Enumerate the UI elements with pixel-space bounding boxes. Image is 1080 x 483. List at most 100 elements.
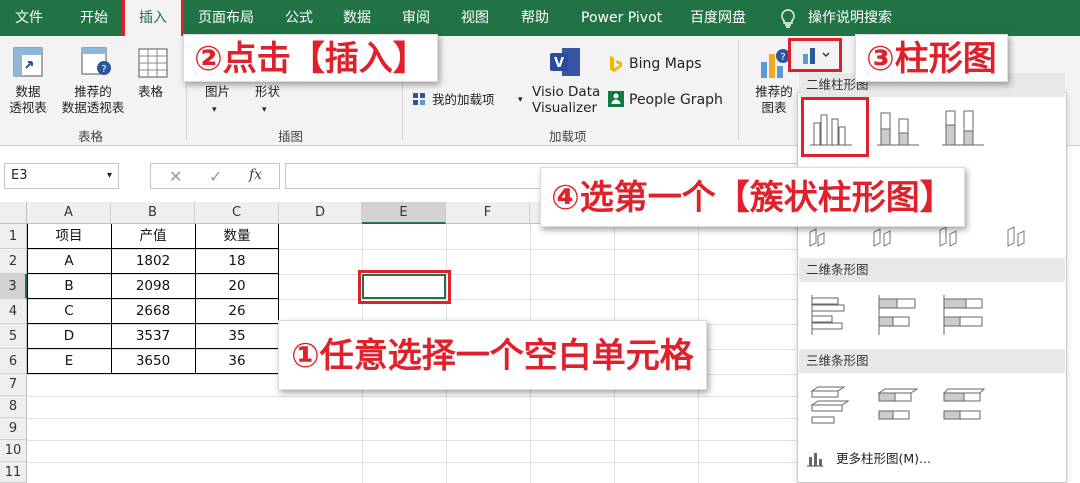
column-header[interactable]: D	[279, 202, 362, 224]
recommended-charts-icon: ?	[761, 49, 790, 78]
my-addins-icon	[413, 93, 425, 105]
confirm-icon[interactable]: ✓	[209, 167, 222, 186]
100-stacked-column-chart-option[interactable]	[940, 105, 986, 149]
column-header[interactable]: A	[27, 202, 111, 224]
row-header[interactable]: 7	[0, 374, 27, 396]
more-charts-icon	[807, 453, 823, 467]
table-cell[interactable]: 1802	[111, 249, 195, 274]
column-header[interactable]: B	[111, 202, 195, 224]
ribbon-separator	[738, 40, 739, 140]
bing-maps-icon	[610, 56, 622, 72]
table-cell[interactable]: E	[27, 349, 111, 374]
table-cell[interactable]: B	[27, 274, 111, 299]
row-header[interactable]: 8	[0, 396, 27, 418]
table-cell[interactable]: 2668	[111, 299, 195, 324]
shapes-button[interactable]: 形状	[255, 84, 280, 100]
svg-text:?: ?	[101, 64, 106, 75]
table-cell[interactable]: 项目	[27, 224, 111, 249]
3d-100-stacked-bar-option[interactable]	[940, 383, 986, 427]
column-header[interactable]: F	[446, 202, 530, 224]
tab-page-layout[interactable]: 页面布局	[198, 0, 254, 36]
table-cell[interactable]: 3537	[111, 324, 195, 349]
svg-text:V: V	[554, 56, 564, 71]
pictures-button[interactable]: 图片	[205, 84, 230, 100]
more-column-charts-link[interactable]: 更多柱形图(M)...	[836, 451, 931, 467]
tab-view[interactable]: 视图	[461, 0, 489, 36]
row-header[interactable]: 9	[0, 418, 27, 440]
3d-column-chart-options[interactable]	[804, 226, 1060, 248]
insert-function-icon[interactable]: fx	[249, 167, 262, 183]
people-graph-button[interactable]: People Graph	[629, 92, 723, 108]
recommended-pivot-icon: ?	[81, 47, 111, 75]
stacked-column-chart-option[interactable]	[875, 105, 921, 149]
row-header[interactable]: 5	[0, 324, 27, 349]
recommended-pivot-button[interactable]: 推荐的 数据透视表	[56, 84, 130, 116]
group-addins-label: 加载项	[549, 129, 587, 144]
row-header[interactable]: 6	[0, 349, 27, 374]
callout-step1: ①任意选择一个空白单元格	[278, 320, 707, 390]
column-header[interactable]: E	[362, 202, 446, 224]
highlight-column-chart	[788, 38, 842, 72]
people-graph-icon	[608, 91, 624, 107]
cancel-icon[interactable]: ✕	[169, 167, 182, 186]
tab-power-pivot[interactable]: Power Pivot	[581, 0, 662, 36]
tell-me-search[interactable]: 操作说明搜索	[808, 0, 892, 36]
highlight-selected-cell	[358, 270, 451, 304]
chevron-down-icon: ▾	[518, 95, 523, 105]
tab-formulas[interactable]: 公式	[285, 0, 313, 36]
visio-icon: V	[550, 48, 580, 76]
name-box-value: E3	[11, 168, 28, 183]
row-header[interactable]: 2	[0, 249, 27, 274]
table-cell[interactable]: A	[27, 249, 111, 274]
tab-file[interactable]: 文件	[15, 0, 43, 36]
tab-help[interactable]: 帮助	[521, 0, 549, 36]
section-2d-bar: 二维条形图	[799, 258, 1065, 282]
name-box[interactable]: E3 ▾	[4, 163, 119, 189]
section-3d-bar: 三维条形图	[799, 349, 1065, 373]
bing-maps-button[interactable]: Bing Maps	[629, 56, 702, 72]
table-cell[interactable]: 26	[195, 299, 279, 324]
row-header[interactable]: 3	[0, 274, 27, 299]
table-cell[interactable]: 3650	[111, 349, 195, 374]
100-stacked-bar-chart-option[interactable]	[940, 293, 986, 337]
pivot-table-icon	[13, 47, 43, 77]
table-cell[interactable]: C	[27, 299, 111, 324]
select-all-corner[interactable]	[0, 202, 27, 224]
highlight-clustered-column	[801, 97, 869, 157]
table-cell[interactable]: 18	[195, 249, 279, 274]
group-tables-label: 表格	[78, 129, 104, 144]
table-button[interactable]: 表格	[138, 84, 163, 100]
my-addins-button[interactable]: 我的加载项	[432, 92, 495, 108]
visio-data-visualizer-button[interactable]: Visio Data Visualizer	[532, 84, 600, 116]
gridline	[27, 418, 800, 419]
table-cell[interactable]: 36	[195, 349, 279, 374]
stacked-bar-chart-option[interactable]	[875, 293, 921, 337]
table-cell[interactable]: 35	[195, 324, 279, 349]
table-cell[interactable]: 2098	[111, 274, 195, 299]
recommended-charts-button[interactable]: 推荐的 图表	[752, 84, 796, 116]
tab-review[interactable]: 审阅	[402, 0, 430, 36]
column-header[interactable]: C	[195, 202, 279, 224]
table-cell[interactable]: D	[27, 324, 111, 349]
row-header[interactable]: 10	[0, 440, 27, 462]
table-cell[interactable]: 数量	[195, 224, 279, 249]
table-cell[interactable]: 产值	[111, 224, 195, 249]
tab-data[interactable]: 数据	[343, 0, 371, 36]
3d-stacked-bar-option[interactable]	[875, 383, 921, 427]
gridline	[27, 440, 800, 441]
row-header[interactable]: 11	[0, 462, 27, 483]
tab-baidu-netdisk[interactable]: 百度网盘	[690, 0, 746, 36]
lightbulb-icon	[781, 9, 795, 28]
table-icon	[138, 48, 168, 78]
pivot-table-button[interactable]: 数据 透视表	[8, 84, 48, 116]
clustered-bar-chart-option[interactable]	[808, 293, 854, 337]
gridline	[27, 396, 800, 397]
tab-home[interactable]: 开始	[80, 0, 108, 36]
group-illustrations-label: 插图	[278, 129, 304, 144]
3d-clustered-bar-option[interactable]	[808, 383, 854, 427]
table-cell[interactable]: 20	[195, 274, 279, 299]
row-header[interactable]: 4	[0, 299, 27, 324]
chevron-down-icon: ▾	[106, 170, 112, 181]
row-header[interactable]: 1	[0, 224, 27, 249]
callout-step4: ④选第一个【簇状柱形图】	[540, 167, 965, 227]
